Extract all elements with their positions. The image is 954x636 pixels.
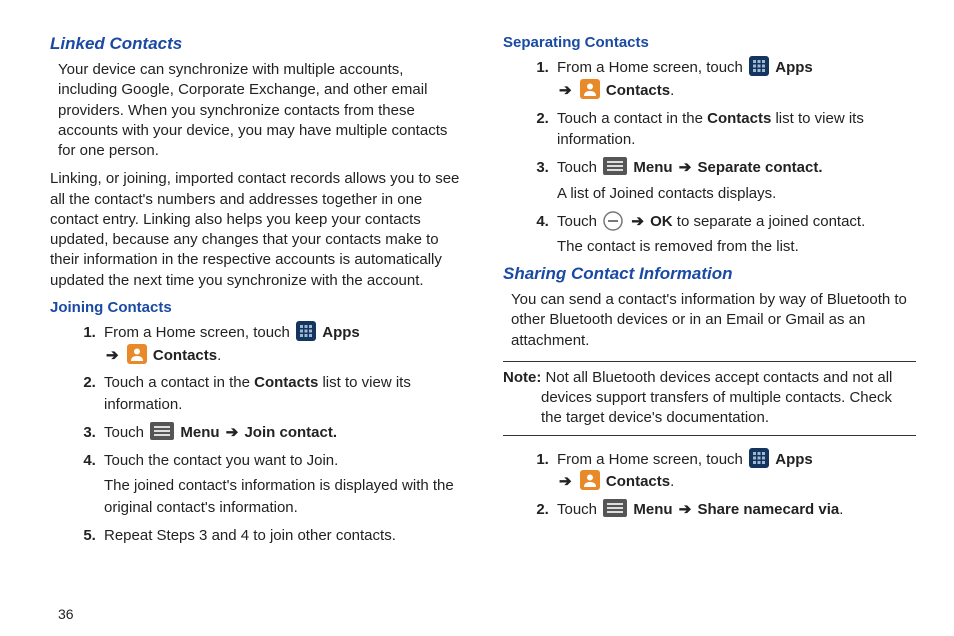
- page: Linked Contacts Your device can synchron…: [0, 0, 954, 636]
- menu-icon: [603, 499, 627, 517]
- joining-step-4: Touch the contact you want to Join. The …: [100, 450, 463, 519]
- arrow-icon: ➔: [631, 213, 644, 230]
- text: From a Home screen, touch: [104, 324, 294, 341]
- para-linked-detail: Linking, or joining, imported contact re…: [50, 169, 463, 291]
- text: A list of Joined contacts displays.: [557, 183, 916, 205]
- separate-label: Separate contact.: [697, 159, 822, 176]
- menu-icon: [603, 157, 627, 175]
- joining-step-5: Repeat Steps 3 and 4 to join other conta…: [100, 525, 463, 547]
- page-number: 36: [58, 606, 74, 622]
- text: From a Home screen, touch: [557, 451, 747, 468]
- joining-step-1: From a Home screen, touch Apps ➔ Contact…: [100, 321, 463, 367]
- note-text: Not all Bluetooth devices accept contact…: [541, 369, 892, 427]
- text: The contact is removed from the list.: [557, 236, 916, 258]
- sharing-step-2: Touch Menu ➔ Share namecard via.: [553, 499, 916, 521]
- share-label: Share namecard via: [697, 501, 839, 518]
- contacts-icon: [580, 79, 600, 99]
- text: Touch: [557, 159, 601, 176]
- apps-icon: [296, 321, 316, 341]
- heading-joining-contacts: Joining Contacts: [50, 299, 463, 316]
- minus-icon: [603, 211, 623, 231]
- separating-step-1: From a Home screen, touch Apps ➔ Contact…: [553, 56, 916, 102]
- menu-label: Menu: [633, 159, 672, 176]
- ok-label: OK: [650, 213, 673, 230]
- joining-step-3: Touch Menu ➔ Join contact.: [100, 422, 463, 444]
- text: Repeat Steps 3 and 4 to join other conta…: [104, 527, 396, 544]
- apps-label: Apps: [322, 324, 360, 341]
- text: Touch the contact you want to Join.: [104, 452, 338, 469]
- separating-step-2: Touch a contact in the Contacts list to …: [553, 108, 916, 152]
- contacts-icon: [127, 344, 147, 364]
- text: Touch: [557, 213, 601, 230]
- join-label: Join contact.: [244, 424, 337, 441]
- arrow-icon: ➔: [679, 501, 692, 518]
- note-label: Note:: [503, 369, 541, 386]
- column-left: Linked Contacts Your device can synchron…: [50, 34, 463, 626]
- text: Touch a contact in the: [557, 110, 707, 127]
- sharing-steps: From a Home screen, touch Apps ➔ Contact…: [503, 448, 916, 521]
- contacts-label: Contacts: [153, 347, 217, 364]
- arrow-icon: ➔: [559, 82, 572, 99]
- text: The joined contact's information is disp…: [104, 475, 463, 519]
- text-bold: Contacts: [254, 374, 318, 391]
- menu-icon: [150, 422, 174, 440]
- text: .: [839, 501, 843, 518]
- arrow-icon: ➔: [226, 424, 239, 441]
- separating-step-3: Touch Menu ➔ Separate contact. A list of…: [553, 157, 916, 205]
- apps-icon: [749, 448, 769, 468]
- text: Touch: [557, 501, 601, 518]
- text: to separate a joined contact.: [673, 213, 866, 230]
- text-bold: Contacts: [707, 110, 771, 127]
- sharing-step-1: From a Home screen, touch Apps ➔ Contact…: [553, 448, 916, 494]
- separating-steps: From a Home screen, touch Apps ➔ Contact…: [503, 56, 916, 258]
- contacts-label: Contacts: [606, 82, 670, 99]
- menu-label: Menu: [180, 424, 219, 441]
- note-block: Note: Not all Bluetooth devices accept c…: [503, 361, 916, 436]
- arrow-icon: ➔: [106, 347, 119, 364]
- text: From a Home screen, touch: [557, 59, 747, 76]
- menu-label: Menu: [633, 501, 672, 518]
- heading-separating-contacts: Separating Contacts: [503, 34, 916, 51]
- column-right: Separating Contacts From a Home screen, …: [503, 34, 916, 626]
- apps-label: Apps: [775, 451, 813, 468]
- contacts-icon: [580, 470, 600, 490]
- heading-linked-contacts: Linked Contacts: [50, 34, 463, 54]
- text: .: [217, 347, 221, 364]
- joining-steps: From a Home screen, touch Apps ➔ Contact…: [50, 321, 463, 547]
- heading-sharing-contact: Sharing Contact Information: [503, 264, 916, 284]
- arrow-icon: ➔: [559, 473, 572, 490]
- contacts-label: Contacts: [606, 473, 670, 490]
- text: Touch: [104, 424, 148, 441]
- text: .: [670, 82, 674, 99]
- text: .: [670, 473, 674, 490]
- arrow-icon: ➔: [679, 159, 692, 176]
- apps-label: Apps: [775, 59, 813, 76]
- joining-step-2: Touch a contact in the Contacts list to …: [100, 372, 463, 416]
- para-linked-intro: Your device can synchronize with multipl…: [58, 60, 463, 161]
- separating-step-4: Touch ➔ OK to separate a joined contact.…: [553, 211, 916, 259]
- apps-icon: [749, 56, 769, 76]
- text: Touch a contact in the: [104, 374, 254, 391]
- para-sharing: You can send a contact's information by …: [511, 290, 916, 351]
